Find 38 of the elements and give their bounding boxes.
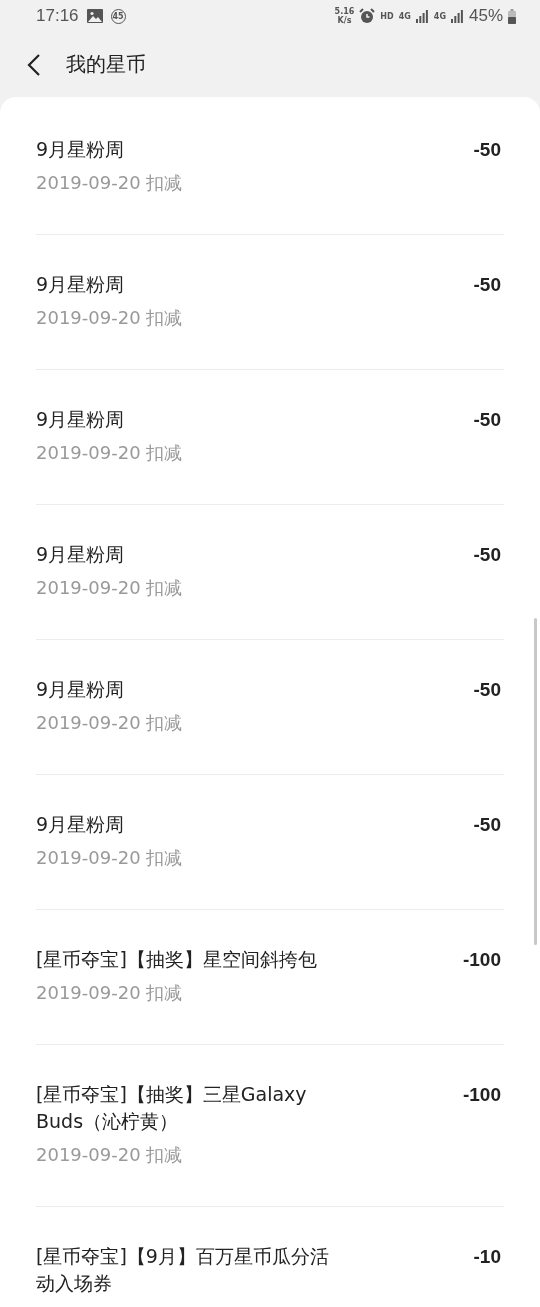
- record-date: 2019-09-20 扣减: [36, 981, 184, 1005]
- record-date: 2019-09-20 扣减: [36, 711, 184, 735]
- record-amount: -50: [473, 813, 502, 837]
- record-amount: -50: [473, 138, 502, 162]
- record-amount: -10: [473, 1245, 502, 1269]
- page-title: 我的星币: [66, 51, 146, 78]
- record-amount: -50: [473, 273, 502, 297]
- image-icon: [86, 9, 103, 23]
- record-title: 9月星粉周: [36, 137, 126, 162]
- network-type: 4G: [398, 11, 411, 21]
- record-amount: -100: [462, 1083, 502, 1107]
- battery-icon: [508, 8, 516, 24]
- record-date: 2019-09-20 扣减: [36, 306, 184, 330]
- record-title: [星币夺宝]【抽奖】三星Galaxy Buds（沁柠黄）: [36, 1082, 308, 1134]
- record-title: 9月星粉周: [36, 812, 126, 837]
- record-title: 9月星粉周: [36, 677, 126, 702]
- record-title: [星币夺宝]【抽奖】星空间斜挎包: [36, 947, 318, 972]
- signal-icon: [415, 9, 429, 23]
- record-date: 2019-09-20 扣减: [36, 846, 184, 870]
- record-title: [星币夺宝]【9月】百万星币瓜分活动入场券: [36, 1244, 330, 1296]
- network-speed: 5.16 K/s: [334, 7, 355, 25]
- battery-percent: 45%: [468, 6, 503, 26]
- hd-label: HD: [380, 11, 394, 21]
- record-title: 9月星粉周: [36, 272, 126, 297]
- record-amount: -50: [473, 543, 502, 567]
- record-amount: -50: [473, 408, 502, 432]
- signal-icon: [450, 9, 464, 23]
- record-date: 2019-09-20 扣减: [36, 171, 184, 195]
- alarm-icon: [359, 8, 376, 24]
- status-time: 17:16: [36, 6, 79, 26]
- record-date: 2019-09-20 扣减: [36, 441, 184, 465]
- record-title: 9月星粉周: [36, 542, 126, 567]
- record-amount: -50: [473, 678, 502, 702]
- network-type: 4G: [433, 11, 446, 21]
- record-title: 9月星粉周: [36, 407, 126, 432]
- record-date: 2019-09-20 扣减: [36, 576, 184, 600]
- record-amount: -100: [462, 948, 502, 972]
- record-date: 2019-09-20 扣减: [36, 1143, 184, 1167]
